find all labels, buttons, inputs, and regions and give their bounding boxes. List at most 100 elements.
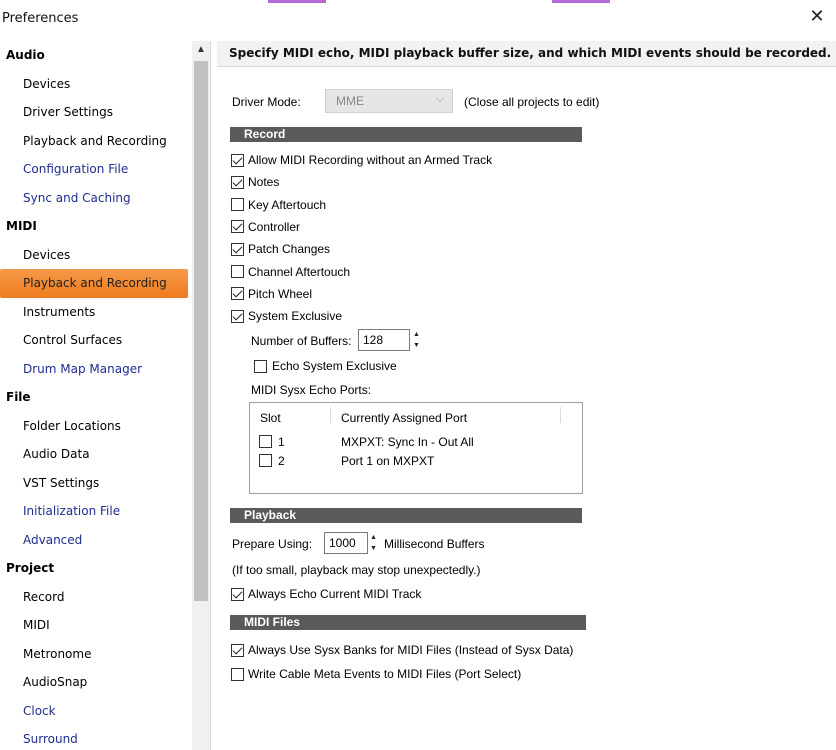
record-option-channel-aftertouch-checkbox[interactable]: Channel Aftertouch xyxy=(231,264,350,280)
checkbox-box[interactable] xyxy=(231,153,244,167)
sidebar-item-project-clock[interactable]: Clock xyxy=(0,697,188,726)
sidebar-item-midi-control-surfaces[interactable]: Control Surfaces xyxy=(0,326,188,355)
top-accent-left xyxy=(268,0,326,3)
prepare-using-input[interactable]: 1000 xyxy=(324,532,368,554)
echo-ports-label: MIDI Sysx Echo Ports: xyxy=(251,383,372,397)
slot-checkbox[interactable] xyxy=(259,454,272,467)
sidebar-item-project-metronome[interactable]: Metronome xyxy=(0,640,188,669)
midi-files-option-1-checkbox[interactable]: Always Use Sysx Banks for MIDI Files (In… xyxy=(231,642,573,658)
sidebar-item-audio-sync-and-caching[interactable]: Sync and Caching xyxy=(0,184,188,213)
sidebar-group-midi[interactable]: MIDI xyxy=(0,212,210,241)
sidebar-list: Audio Devices Driver Settings Playback and … xyxy=(0,41,210,750)
checkbox-box[interactable] xyxy=(231,287,244,301)
sidebar-item-file-advanced[interactable]: Advanced xyxy=(0,526,188,555)
checkbox-box[interactable] xyxy=(231,175,244,189)
checkbox-label: Allow MIDI Recording without an Armed Tr… xyxy=(248,153,493,167)
checkbox-box[interactable] xyxy=(254,359,267,373)
midi-files-option-2-checkbox[interactable]: Write Cable Meta Events to MIDI Files (P… xyxy=(231,666,521,682)
record-option-allow-midi-recording-without-an-armed-track-checkbox[interactable]: Allow MIDI Recording without an Armed Tr… xyxy=(231,152,492,168)
checkbox-box[interactable] xyxy=(231,242,244,256)
sidebar-item-file-audio-data[interactable]: Audio Data xyxy=(0,440,188,469)
table-row[interactable]: 2 Port 1 on MXPXT xyxy=(250,452,582,470)
playback-note: (If too small, playback may stop unexpec… xyxy=(232,563,481,577)
sidebar-item-file-folder-locations[interactable]: Folder Locations xyxy=(0,412,188,441)
stepper-down-icon[interactable]: ▼ xyxy=(412,340,421,351)
sidebar-item-midi-drum-map-manager[interactable]: Drum Map Manager xyxy=(0,355,188,384)
checkbox-box[interactable] xyxy=(231,309,244,323)
sidebar-group-project[interactable]: Project xyxy=(0,554,210,583)
scroll-up-arrow-icon[interactable]: ▲ xyxy=(192,41,210,59)
slot-number: 1 xyxy=(278,435,285,449)
echo-sysx-label: Echo System Exclusive xyxy=(272,359,397,373)
record-option-key-aftertouch-checkbox[interactable]: Key Aftertouch xyxy=(231,197,326,213)
checkbox-box[interactable] xyxy=(231,643,244,657)
driver-mode-note: (Close all projects to edit) xyxy=(464,95,600,109)
close-icon[interactable]: ✕ xyxy=(806,6,828,28)
checkbox-label: Notes xyxy=(248,175,280,190)
title-bar: Preferences ✕ xyxy=(0,0,836,38)
stepper-up-icon[interactable]: ▲ xyxy=(412,329,421,340)
prepare-using-unit: Millisecond Buffers xyxy=(384,537,485,551)
sidebar-item-project-record[interactable]: Record xyxy=(0,583,188,612)
midi-files-section-header: MIDI Files xyxy=(230,615,586,630)
slot-number: 2 xyxy=(278,454,285,468)
top-accent-right xyxy=(552,0,610,3)
echo-sysx-checkbox[interactable]: Echo System Exclusive xyxy=(254,358,397,374)
checkbox-box[interactable] xyxy=(231,667,244,681)
record-option-system-exclusive-checkbox[interactable]: System Exclusive xyxy=(231,308,342,324)
sidebar-item-midi-devices[interactable]: Devices xyxy=(0,241,188,270)
sidebar-scrollbar[interactable]: ▲ xyxy=(192,41,210,750)
buffers-stepper[interactable]: ▲ ▼ xyxy=(412,329,421,351)
scrollbar-thumb[interactable] xyxy=(194,61,208,601)
checkbox-label: Pitch Wheel xyxy=(248,286,313,301)
slot-checkbox[interactable] xyxy=(259,435,272,448)
sidebar-item-audio-configuration-file[interactable]: Configuration File xyxy=(0,155,188,184)
buffers-value: 128 xyxy=(363,333,384,347)
echo-ports-header: Slot Currently Assigned Port xyxy=(250,403,582,427)
table-row[interactable]: 1 MXPXT: Sync In - Out All xyxy=(250,433,582,451)
column-port: Currently Assigned Port xyxy=(341,411,468,425)
record-section-header: Record xyxy=(230,127,582,142)
record-option-pitch-wheel-checkbox[interactable]: Pitch Wheel xyxy=(231,286,312,302)
content-panel: Specify MIDI echo, MIDI playback buffer … xyxy=(217,41,836,750)
stepper-up-icon[interactable]: ▲ xyxy=(369,532,378,543)
checkbox-label: Key Aftertouch xyxy=(248,197,327,212)
record-option-controller-checkbox[interactable]: Controller xyxy=(231,219,300,235)
checkbox-box[interactable] xyxy=(231,220,244,234)
checkbox-label: Always Use Sysx Banks for MIDI Files (In… xyxy=(248,643,574,657)
sidebar-group-audio[interactable]: Audio xyxy=(0,41,210,70)
sidebar-item-file-initialization-file[interactable]: Initialization File xyxy=(0,497,188,526)
always-echo-checkbox[interactable]: Always Echo Current MIDI Track xyxy=(231,586,421,602)
driver-mode-label: Driver Mode: xyxy=(232,95,301,109)
checkbox-label: Patch Changes xyxy=(248,242,331,257)
sidebar-item-audio-playback-and-recording[interactable]: Playback and Recording xyxy=(0,127,188,156)
sidebar-item-project-surround[interactable]: Surround xyxy=(0,725,188,750)
sidebar-item-audio-driver-settings[interactable]: Driver Settings xyxy=(0,98,188,127)
buffers-input[interactable]: 128 xyxy=(358,329,410,351)
checkbox-label: Channel Aftertouch xyxy=(248,264,351,279)
stepper-down-icon[interactable]: ▼ xyxy=(369,543,378,554)
sidebar-group-file[interactable]: File xyxy=(0,383,210,412)
driver-mode-value: MME xyxy=(336,94,364,108)
echo-ports-list[interactable]: Slot Currently Assigned Port 1 MXPXT: Syn… xyxy=(249,402,583,494)
sidebar-item-project-midi[interactable]: MIDI xyxy=(0,611,188,640)
sidebar-item-midi-playback-and-recording[interactable]: Playback and Recording xyxy=(0,269,188,298)
sidebar-item-midi-instruments[interactable]: Instruments xyxy=(0,298,188,327)
checkbox-box[interactable] xyxy=(231,265,244,278)
checkbox-box[interactable] xyxy=(231,198,244,212)
record-option-notes-checkbox[interactable]: Notes xyxy=(231,174,279,190)
checkbox-box[interactable] xyxy=(231,587,244,601)
prepare-using-stepper[interactable]: ▲ ▼ xyxy=(369,532,378,554)
sidebar-item-file-vst-settings[interactable]: VST Settings xyxy=(0,469,188,498)
checkbox-label: Write Cable Meta Events to MIDI Files (P… xyxy=(248,667,522,681)
checkbox-label: System Exclusive xyxy=(248,309,343,324)
column-slot: Slot xyxy=(260,411,281,425)
page-header: Specify MIDI echo, MIDI playback buffer … xyxy=(217,41,836,67)
sidebar-item-project-audiosnap[interactable]: AudioSnap xyxy=(0,668,188,697)
record-option-patch-changes-checkbox[interactable]: Patch Changes xyxy=(231,241,330,257)
sidebar-item-audio-devices[interactable]: Devices xyxy=(0,70,188,99)
prepare-using-value: 1000 xyxy=(329,536,356,550)
playback-section-header: Playback xyxy=(230,508,582,523)
driver-mode-select: MME ⌵ xyxy=(325,89,453,113)
column-divider xyxy=(560,407,561,423)
